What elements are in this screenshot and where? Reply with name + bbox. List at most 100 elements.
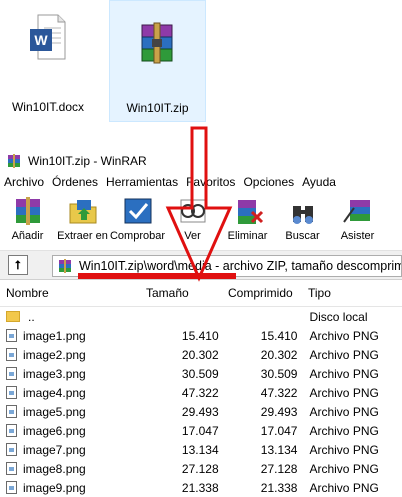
file-size: 47.322 [181,385,219,400]
menu-favoritos[interactable]: Favoritos [186,175,235,189]
test-label: Comprobar [109,230,166,242]
file-compressed: 17.047 [260,423,298,438]
arrow-up-icon: ⭡ [15,257,21,272]
png-file-icon [6,424,17,437]
list-item[interactable]: image6.png 17.047 17.047 Archivo PNG [0,421,402,440]
wizard-icon [342,200,370,223]
wizard-label: Asister [340,230,375,242]
list-item[interactable]: image4.png 47.322 47.322 Archivo PNG [0,383,402,402]
file-size: 21.338 [181,480,219,495]
file-size: 20.302 [181,347,219,362]
file-name: image8.png [23,461,86,476]
png-file-icon [6,481,17,494]
add-button[interactable]: Añadir [0,192,55,250]
file-name: image5.png [23,404,86,419]
file-name: image3.png [23,366,86,381]
menu-ordenes[interactable]: Órdenes [52,175,98,189]
view-icon [180,199,205,223]
extract-icon [69,200,96,224]
address-bar: ⭡ Win10IT.zip\word\media - archivo ZIP, … [0,251,402,280]
png-file-icon [6,348,17,361]
file-name: image9.png [23,480,86,495]
column-compressed[interactable]: Comprimido [222,286,302,300]
add-icon [15,197,40,225]
file-type: Archivo PNG [309,347,379,362]
address-path: Win10IT.zip\word\media - archivo ZIP, ta… [79,259,402,273]
file-size: 15.410 [181,328,219,343]
column-name[interactable]: Nombre [0,286,140,300]
file-type: Archivo PNG [309,423,379,438]
annotation-underline [78,273,236,279]
winrar-app-icon [8,154,20,168]
column-type[interactable]: Tipo [302,286,402,300]
file-type: Archivo PNG [309,480,379,495]
file-type: Disco local [309,309,368,324]
file-list: .. Disco local image1.png 15.410 15.410 … [0,307,402,497]
file-name: image2.png [23,347,86,362]
file-compressed: 20.302 [260,347,298,362]
file-compressed: 47.322 [260,385,298,400]
png-file-icon [6,329,17,342]
menu-herramientas[interactable]: Herramientas [106,175,178,189]
folder-icon [6,311,20,322]
file-type: Archivo PNG [309,461,379,476]
title-bar: Win10IT.zip - WinRAR [0,150,402,172]
wizard-button[interactable]: Asister [330,192,385,250]
file-type: Archivo PNG [309,385,379,400]
list-item[interactable]: image1.png 15.410 15.410 Archivo PNG [0,326,402,345]
delete-icon [237,200,263,224]
file-compressed: 15.410 [260,328,298,343]
file-type: Archivo PNG [309,366,379,381]
column-size[interactable]: Tamaño [140,286,222,300]
add-label: Añadir [11,230,44,242]
desktop-icon-zip[interactable]: Win10IT.zip [109,0,206,122]
file-name: image6.png [23,423,86,438]
archive-icon [59,259,71,273]
file-type: Archivo PNG [309,442,379,457]
file-name: image7.png [23,442,86,457]
menu-ayuda[interactable]: Ayuda [302,175,336,189]
extract-label: Extraer en [57,230,108,242]
file-compressed: 13.134 [260,442,298,457]
file-type: Archivo PNG [309,404,379,419]
file-size: 27.128 [181,461,219,476]
file-size: 30.509 [181,366,219,381]
file-size: 17.047 [181,423,219,438]
word-document-icon: W [30,14,66,60]
list-item[interactable]: .. Disco local [0,307,402,326]
toolbar: Añadir Extraer en Comprobar Ver Eliminar [0,192,402,251]
list-item[interactable]: image2.png 20.302 20.302 Archivo PNG [0,345,402,364]
test-button[interactable]: Comprobar [110,192,165,250]
list-item[interactable]: image7.png 13.134 13.134 Archivo PNG [0,440,402,459]
png-file-icon [6,367,17,380]
extract-button[interactable]: Extraer en [55,192,110,250]
delete-button[interactable]: Eliminar [220,192,275,250]
find-label: Buscar [285,230,320,242]
file-name: image1.png [23,328,86,343]
png-file-icon [6,443,17,456]
menu-archivo[interactable]: Archivo [4,175,44,189]
view-button[interactable]: Ver [165,192,220,250]
desktop-icon-docx[interactable]: W Win10IT.docx [0,0,96,122]
winrar-archive-icon [141,22,173,64]
up-folder-button[interactable]: ⭡ [8,255,28,275]
window-title: Win10IT.zip - WinRAR [28,154,147,168]
delete-label: Eliminar [227,230,268,242]
png-file-icon [6,386,17,399]
list-item[interactable]: image3.png 30.509 30.509 Archivo PNG [0,364,402,383]
docx-label: Win10IT.docx [11,100,85,114]
list-item[interactable]: image5.png 29.493 29.493 Archivo PNG [0,402,402,421]
svg-text:W: W [34,32,48,48]
list-item[interactable]: image9.png 21.338 21.338 Archivo PNG [0,478,402,497]
file-compressed: 29.493 [260,404,298,419]
file-name: image4.png [23,385,86,400]
list-item[interactable]: image8.png 27.128 27.128 Archivo PNG [0,459,402,478]
png-file-icon [6,405,17,418]
file-size: 13.134 [181,442,219,457]
file-name: .. [28,309,35,324]
menu-opciones[interactable]: Opciones [243,175,294,189]
find-button[interactable]: Buscar [275,192,330,250]
png-file-icon [6,462,17,475]
file-size: 29.493 [181,404,219,419]
test-icon [124,198,151,224]
